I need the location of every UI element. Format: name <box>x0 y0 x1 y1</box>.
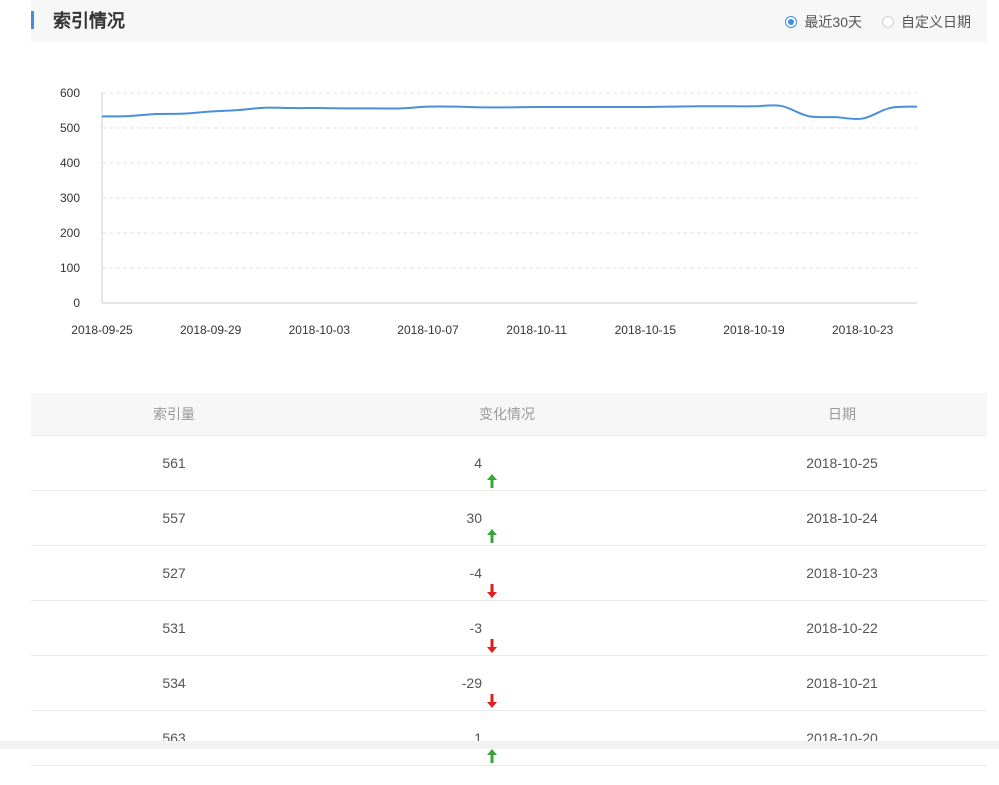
line-chart: 0 100 200 300 400 500 600 2018-09-25 2018-09-29 2… <box>60 86 918 337</box>
table-row: 534 -29 2018-10-21 <box>31 656 987 711</box>
index-status-panel: 索引情况 最近30天 自定义日期 0 100 200 300 400 500 600 2018… <box>0 0 999 766</box>
change-value: -4 <box>469 565 482 581</box>
x-tick-label: 2018-10-03 <box>289 323 351 337</box>
cell-index-count: 563 <box>162 730 186 746</box>
change-value: -29 <box>461 675 482 691</box>
radio-custom-date[interactable]: 自定义日期 <box>882 12 971 32</box>
y-tick-label: 600 <box>60 86 80 100</box>
cell-date: 2018-10-22 <box>806 620 878 636</box>
cell-index-count: 531 <box>162 620 186 636</box>
arrow-up-icon <box>486 511 498 543</box>
arrow-down-icon <box>486 621 498 653</box>
y-tick-label: 400 <box>60 156 80 170</box>
table-row: 563 1 2018-10-20 <box>31 711 987 766</box>
x-tick-label: 2018-10-11 <box>506 323 567 337</box>
x-tick-label: 2018-10-19 <box>723 323 785 337</box>
cell-date: 2018-10-21 <box>806 675 878 691</box>
header-date: 日期 <box>828 406 856 422</box>
x-tick-label: 2018-09-25 <box>71 323 133 337</box>
cell-index-count: 557 <box>162 510 186 526</box>
cell-date: 2018-10-20 <box>806 730 878 746</box>
cell-change: 1 <box>317 711 697 765</box>
cell-index-count: 527 <box>162 565 186 581</box>
panel-title: 索引情况 <box>53 11 125 31</box>
title-accent-bar <box>31 11 34 29</box>
y-tick-label: 500 <box>60 121 80 135</box>
cell-date: 2018-10-25 <box>806 455 878 471</box>
y-tick-label: 200 <box>60 226 80 240</box>
x-tick-label: 2018-10-23 <box>832 323 894 337</box>
arrow-down-icon <box>486 566 498 598</box>
cell-change: -4 <box>317 546 697 600</box>
y-tick-label: 100 <box>60 261 80 275</box>
x-tick-label: 2018-10-15 <box>615 323 677 337</box>
radio-checked-icon <box>785 16 798 28</box>
cell-change: -3 <box>317 601 697 655</box>
index-series-line <box>101 104 918 121</box>
table-header: 索引量 变化情况 日期 <box>31 393 987 436</box>
table-row: 531 -3 2018-10-22 <box>31 601 987 656</box>
table-body: 561 4 2018-10-25 557 30 2018-10-24 527 -4 2018-1… <box>31 436 987 766</box>
cell-date: 2018-10-23 <box>806 565 878 581</box>
table-row: 561 4 2018-10-25 <box>31 436 987 491</box>
bottom-scroll-strip <box>0 741 999 749</box>
y-tick-label: 0 <box>73 296 80 310</box>
change-value: 30 <box>466 510 482 526</box>
header-change: 变化情况 <box>479 406 535 422</box>
radio-custom-label: 自定义日期 <box>901 14 971 30</box>
cell-change: 4 <box>317 436 697 490</box>
cell-index-count: 561 <box>162 455 186 471</box>
arrow-down-icon <box>486 676 498 708</box>
panel-header: 索引情况 最近30天 自定义日期 <box>31 0 987 42</box>
cell-index-count: 534 <box>162 675 186 691</box>
cell-change: 30 <box>317 491 697 545</box>
change-value: -3 <box>469 620 482 636</box>
radio-recent-30-days[interactable]: 最近30天 <box>785 12 862 32</box>
radio-recent-label: 最近30天 <box>804 14 862 30</box>
table-row: 527 -4 2018-10-23 <box>31 546 987 601</box>
x-tick-label: 2018-10-07 <box>397 323 459 337</box>
y-tick-label: 300 <box>60 191 80 205</box>
change-value: 1 <box>474 730 482 746</box>
change-value: 4 <box>474 455 482 471</box>
table-row: 557 30 2018-10-24 <box>31 491 987 546</box>
x-tick-label: 2018-09-29 <box>180 323 242 337</box>
cell-change: -29 <box>317 656 697 710</box>
cell-date: 2018-10-24 <box>806 510 878 526</box>
header-index-count: 索引量 <box>153 406 195 422</box>
index-trend-chart: 0 100 200 300 400 500 600 2018-09-25 2018-09-29 2… <box>0 42 999 352</box>
arrow-up-icon <box>486 456 498 488</box>
radio-unchecked-icon <box>882 16 894 28</box>
date-range-selector: 最近30天 自定义日期 <box>765 12 971 32</box>
index-table: 索引量 变化情况 日期 561 4 2018-10-25 557 30 2018-10-2… <box>31 393 987 766</box>
